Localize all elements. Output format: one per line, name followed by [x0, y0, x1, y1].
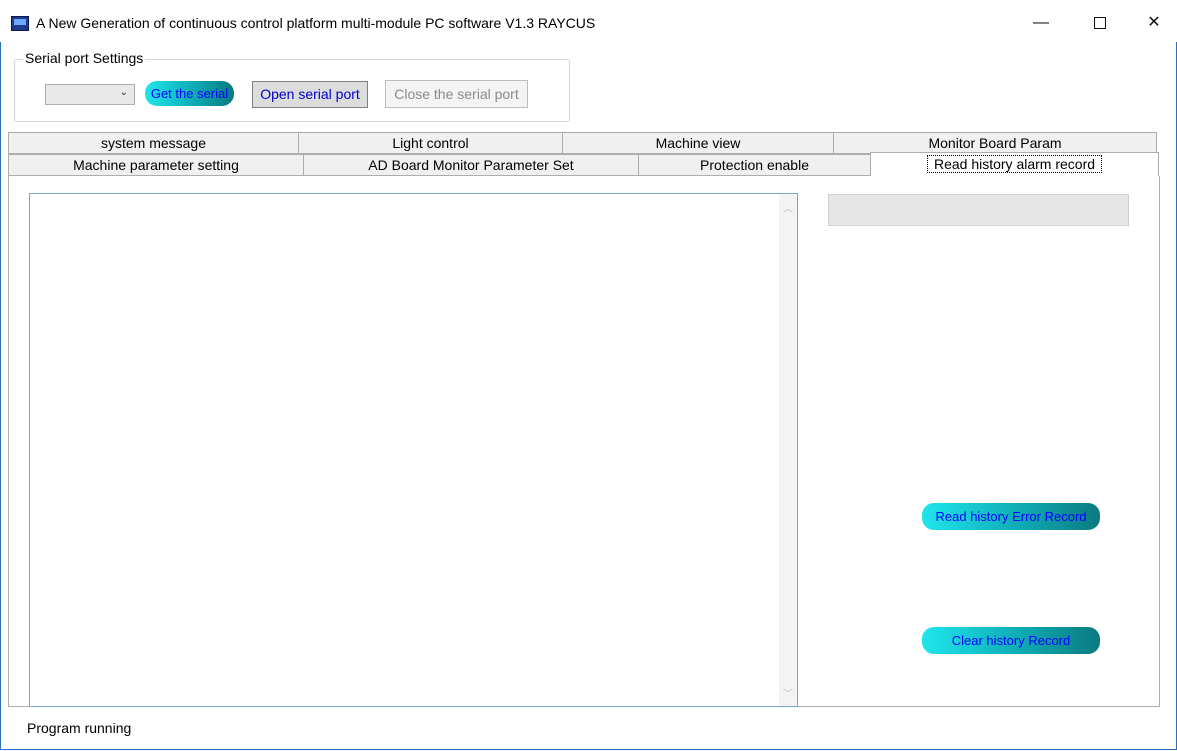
chevron-down-icon: ⌄ — [119, 87, 128, 98]
alarm-record-textarea[interactable]: ︿ ﹀ — [29, 193, 798, 707]
tab-machine-view[interactable]: Machine view — [562, 132, 834, 154]
read-history-error-record-button[interactable]: Read history Error Record — [922, 503, 1100, 530]
vertical-scrollbar[interactable]: ︿ ﹀ — [779, 194, 797, 706]
serial-port-select[interactable]: ⌄ — [45, 84, 135, 105]
app-icon — [11, 16, 29, 31]
title-bar: A New Generation of continuous control p… — [0, 0, 1177, 42]
window-title: A New Generation of continuous control p… — [36, 15, 596, 31]
maximize-icon — [1094, 16, 1106, 29]
close-window-button[interactable]: ✕ — [1136, 10, 1172, 36]
open-serial-port-button[interactable]: Open serial port — [252, 81, 368, 108]
status-text: Program running — [27, 720, 132, 736]
tab-protection-enable[interactable]: Protection enable — [638, 154, 871, 176]
close-serial-port-button[interactable]: Close the serial port — [385, 80, 528, 108]
clear-history-record-button[interactable]: Clear history Record — [922, 627, 1100, 654]
tab-ad-board-monitor-parameter-set[interactable]: AD Board Monitor Parameter Set — [303, 154, 639, 176]
active-tab-label: Read history alarm record — [926, 155, 1103, 173]
info-display-box — [828, 194, 1129, 226]
scroll-up-icon[interactable]: ︿ — [783, 200, 793, 215]
maximize-button[interactable] — [1082, 10, 1118, 36]
tab-read-history-alarm-record[interactable]: Read history alarm record — [870, 152, 1159, 178]
serial-port-group-label: Serial port Settings — [23, 50, 146, 66]
tab-light-control[interactable]: Light control — [298, 132, 563, 154]
get-serial-button[interactable]: Get the serial — [145, 81, 234, 106]
tab-system-message[interactable]: system message — [8, 132, 299, 154]
tab-machine-parameter-setting[interactable]: Machine parameter setting — [8, 154, 304, 176]
scroll-down-icon[interactable]: ﹀ — [783, 685, 793, 700]
tab-monitor-board-param[interactable]: Monitor Board Param — [833, 132, 1157, 154]
minimize-button[interactable]: — — [1023, 10, 1059, 36]
